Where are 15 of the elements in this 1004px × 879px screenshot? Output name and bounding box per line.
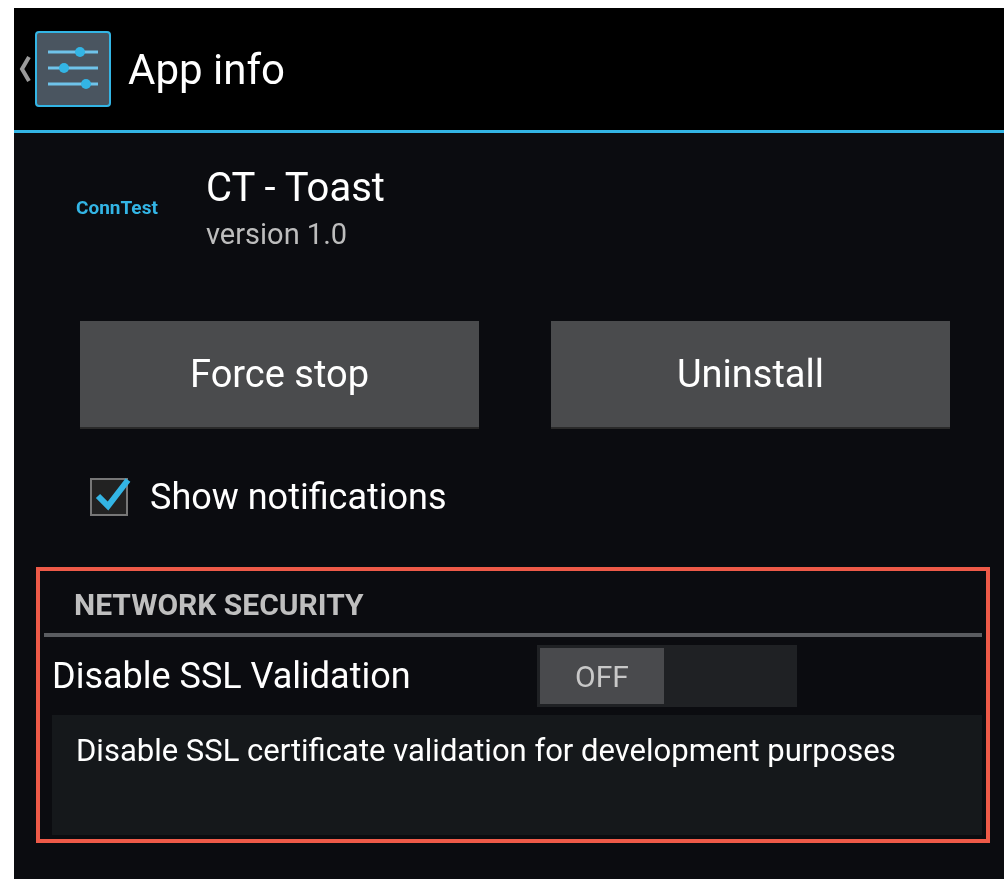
checkbox[interactable] <box>90 478 128 516</box>
toggle-switch[interactable]: OFF <box>537 645 797 707</box>
app-name: CT - Toast <box>206 163 385 213</box>
back-caret-icon[interactable] <box>18 54 32 84</box>
setting-label: Disable SSL Validation <box>52 654 412 699</box>
app-icon-text: ConnTest <box>76 194 159 221</box>
section-header: NETWORK SECURITY <box>74 585 364 624</box>
checkbox-label: Show notifications <box>150 475 447 520</box>
action-button[interactable]: Uninstall <box>551 321 950 427</box>
action-button[interactable]: Force stop <box>80 321 479 427</box>
sliders-icon[interactable] <box>34 30 112 108</box>
app-version: version 1.0 <box>206 216 349 253</box>
screen-title: App info <box>128 43 285 96</box>
setting-summary: Disable SSL certificate validation for development purposes <box>76 731 897 771</box>
notifications-checkbox[interactable]: Show notifications <box>14 465 1004 529</box>
